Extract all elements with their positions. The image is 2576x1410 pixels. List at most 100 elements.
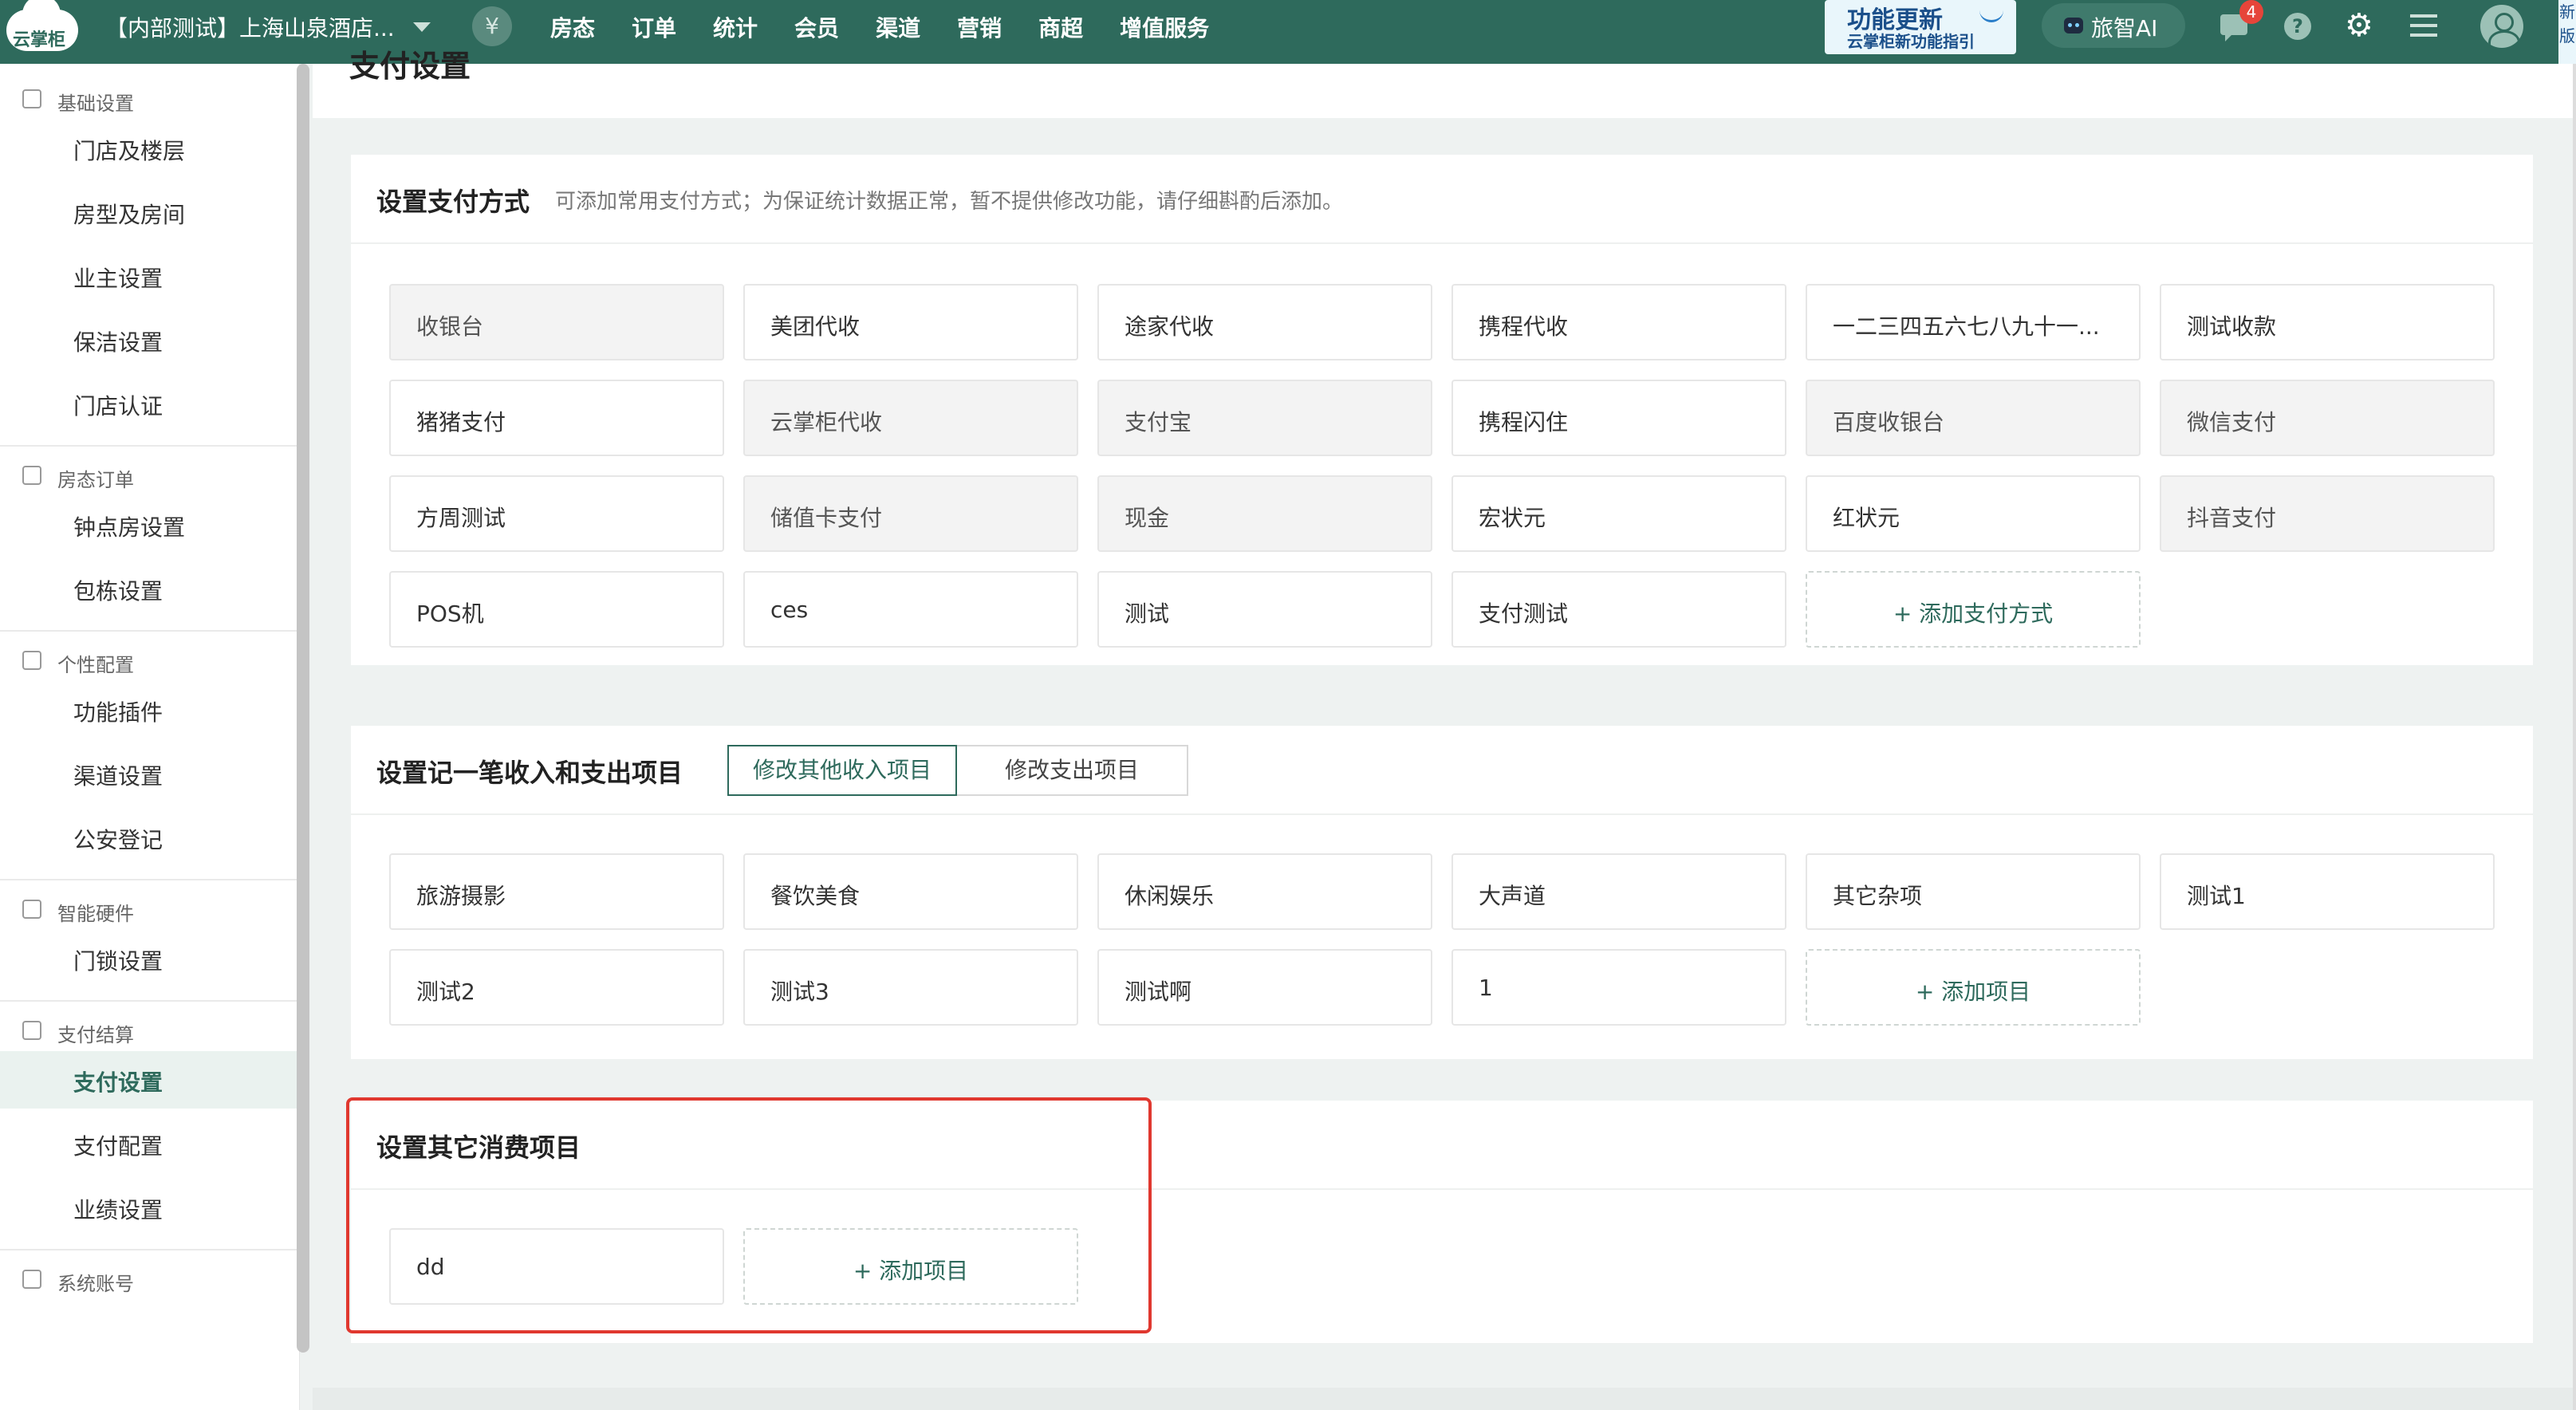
sidebar-item[interactable]: 保洁设置	[0, 311, 297, 368]
option-tile[interactable]: 支付宝	[1097, 380, 1432, 456]
new-version-tag[interactable]: 新版	[2558, 0, 2576, 64]
sidebar-item-label: 业主设置	[73, 266, 163, 292]
sidebar-item[interactable]: 包栋设置	[0, 560, 297, 617]
app-logo[interactable]: 云掌柜	[6, 0, 78, 54]
message-count-badge: 4	[2239, 0, 2263, 24]
option-tile[interactable]: 测试收款	[2160, 284, 2495, 360]
option-tile[interactable]: 测试2	[389, 949, 724, 1026]
sidebar-divider	[0, 445, 297, 447]
option-tile[interactable]: 测试3	[743, 949, 1078, 1026]
help-icon[interactable]: ?	[2284, 13, 2311, 40]
option-tile[interactable]: 百度收银台	[1806, 380, 2141, 456]
option-tile[interactable]: 美团代收	[743, 284, 1078, 360]
option-tile[interactable]: 1	[1451, 949, 1786, 1026]
nav-item[interactable]: 会员	[794, 11, 839, 43]
sidebar-group: 智能硬件	[0, 888, 297, 930]
sidebar-item-label: 门店认证	[73, 393, 163, 419]
sidebar-item[interactable]: 公安登记	[0, 809, 297, 866]
sidebar-scrollbar[interactable]	[297, 64, 309, 1353]
sidebar-divider	[0, 1000, 297, 1002]
option-label: 微信支付	[2187, 409, 2277, 435]
option-label: 抖音支付	[2187, 505, 2277, 531]
sidebar-group-label: 基础设置	[57, 93, 134, 115]
option-label: 支付测试	[1479, 601, 1569, 627]
sidebar-item[interactable]: 业主设置	[0, 247, 297, 305]
gear-icon[interactable]: ⚙	[2345, 10, 2373, 41]
option-tile[interactable]: 宏状元	[1451, 475, 1786, 552]
option-tile[interactable]: 途家代收	[1097, 284, 1432, 360]
sidebar-item[interactable]: 门锁设置	[0, 930, 297, 987]
nav-item[interactable]: 渠道	[876, 11, 920, 43]
option-tile[interactable]: 一二三四五六七八九十一...	[1806, 284, 2141, 360]
sidebar-item-label: 功能插件	[73, 699, 163, 726]
device-icon	[22, 900, 41, 919]
option-tile[interactable]: 测试1	[2160, 853, 2495, 930]
option-tile[interactable]: 方周测试	[389, 475, 724, 552]
sidebar-item[interactable]: 功能插件	[0, 681, 297, 738]
sidebar-item[interactable]: 钟点房设置	[0, 496, 297, 553]
add-item-label: + 添加项目	[1915, 979, 2031, 1005]
sidebar-group: 个性配置	[0, 640, 297, 681]
content-scrollbar[interactable]	[2573, 64, 2576, 1410]
add-item-button[interactable]: + 添加支付方式	[1806, 571, 2141, 648]
option-tile[interactable]: 餐饮美食	[743, 853, 1078, 930]
option-tile[interactable]: 云掌柜代收	[743, 380, 1078, 456]
option-tile[interactable]: 休闲娱乐	[1097, 853, 1432, 930]
feature-update-banner[interactable]: 功能更新 云掌柜新功能指引	[1825, 0, 2016, 54]
nav-item[interactable]: 订单	[632, 11, 676, 43]
sidebar-group-label: 房态订单	[57, 469, 134, 491]
sidebar-divider	[0, 1249, 297, 1250]
option-tile[interactable]: 现金	[1097, 475, 1432, 552]
main-nav: 房态 订单 统计 会员 渠道 营销 商超 增值服务	[550, 11, 1246, 43]
option-tile[interactable]: 猪猪支付	[389, 380, 724, 456]
option-tile[interactable]: 抖音支付	[2160, 475, 2495, 552]
option-tile[interactable]: 携程代收	[1451, 284, 1786, 360]
option-tile[interactable]: 储值卡支付	[743, 475, 1078, 552]
chevron-down-icon[interactable]	[413, 22, 431, 32]
option-tile[interactable]: 红状元	[1806, 475, 2141, 552]
menu-icon[interactable]	[2410, 14, 2437, 37]
option-tile[interactable]: 携程闪住	[1451, 380, 1786, 456]
option-tile[interactable]: ces	[743, 571, 1078, 648]
nav-item[interactable]: 统计	[713, 11, 758, 43]
nav-item[interactable]: 营销	[957, 11, 1002, 43]
sidebar-item[interactable]: 渠道设置	[0, 745, 297, 802]
option-tile[interactable]: 测试啊	[1097, 949, 1432, 1026]
add-item-label: + 添加支付方式	[1893, 601, 2054, 627]
user-avatar-icon[interactable]	[2480, 5, 2523, 48]
sidebar-item[interactable]: 业绩设置	[0, 1179, 297, 1236]
option-tile[interactable]: 收银台	[389, 284, 724, 360]
option-label: 测试1	[2187, 883, 2246, 909]
nav-item[interactable]: 房态	[550, 11, 595, 43]
tab-expense[interactable]: 修改支出项目	[957, 745, 1188, 796]
sidebar-item[interactable]: 支付配置	[0, 1115, 297, 1172]
card-header: 设置记一笔收入和支出项目 修改其他收入项目 修改支出项目	[351, 726, 2533, 815]
yen-icon	[22, 1021, 41, 1040]
option-tile[interactable]: 支付测试	[1451, 571, 1786, 648]
option-tile[interactable]: 旅游摄影	[389, 853, 724, 930]
yen-icon[interactable]: ¥	[472, 6, 512, 46]
option-tile[interactable]: POS机	[389, 571, 724, 648]
nav-item[interactable]: 商超	[1038, 11, 1083, 43]
option-tile[interactable]: 微信支付	[2160, 380, 2495, 456]
sidebar-item[interactable]: 门店认证	[0, 375, 297, 432]
option-tile[interactable]: 测试	[1097, 571, 1432, 648]
sidebar-group-label: 智能硬件	[57, 903, 134, 925]
settings-sidebar: 基础设置门店及楼层房型及房间业主设置保洁设置门店认证房态订单钟点房设置包栋设置个…	[0, 64, 300, 1410]
option-label: 测试啊	[1125, 979, 1192, 1005]
tab-other-income[interactable]: 修改其他收入项目	[727, 745, 957, 796]
sidebar-item[interactable]: 支付设置	[0, 1051, 297, 1109]
sidebar-item[interactable]: 房型及房间	[0, 183, 297, 241]
option-tile[interactable]: 其它杂项	[1806, 853, 2141, 930]
nav-item[interactable]: 增值服务	[1120, 11, 1209, 43]
hotel-selector[interactable]: 【内部测试】上海山泉酒店...	[105, 11, 395, 43]
option-label: 现金	[1125, 505, 1170, 531]
ai-assistant-button[interactable]: 旅智AI	[2042, 3, 2185, 48]
option-label: 途家代收	[1125, 313, 1215, 340]
option-tile[interactable]: 大声道	[1451, 853, 1786, 930]
add-item-button[interactable]: + 添加项目	[1806, 949, 2141, 1026]
sidebar-group: 房态订单	[0, 455, 297, 496]
option-label: 测试收款	[2187, 313, 2277, 340]
sidebar-item[interactable]: 门店及楼层	[0, 120, 297, 177]
payment-methods-subtitle: 可添加常用支付方式；为保证统计数据正常，暂不提供修改功能，请仔细斟酌后添加。	[555, 190, 1344, 214]
